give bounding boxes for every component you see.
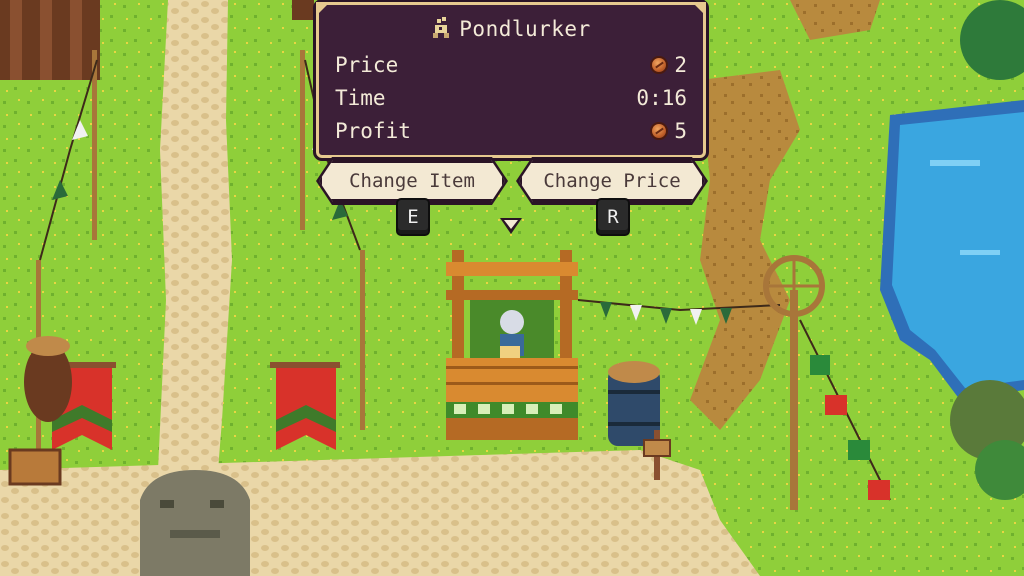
item-name: Pondlurker: [459, 17, 591, 41]
coin-icon: [650, 56, 669, 74]
key-r-hint: R: [596, 198, 630, 236]
time-label: Time: [335, 86, 386, 110]
game-scene: Pondlurker Price 2 Time 0:16 Profit 5 Ch…: [0, 0, 1024, 576]
item-title: Pondlurker: [319, 17, 703, 41]
profit-row: Profit 5: [335, 119, 687, 149]
item-info-panel: Pondlurker Price 2 Time 0:16 Profit 5: [313, 0, 709, 161]
change-price-button[interactable]: Change Price: [519, 160, 705, 202]
price-value: 2: [674, 53, 687, 77]
price-row: Price 2: [335, 53, 687, 83]
time-row: Time 0:16: [335, 86, 687, 116]
time-value: 0:16: [636, 86, 687, 110]
change-item-button[interactable]: Change Item: [319, 160, 505, 202]
profit-label: Profit: [335, 119, 411, 143]
pondlurker-icon: [433, 17, 450, 38]
profit-value: 5: [674, 119, 687, 143]
key-e-hint: E: [396, 198, 430, 236]
price-label: Price: [335, 53, 399, 77]
coin-icon: [650, 122, 669, 140]
